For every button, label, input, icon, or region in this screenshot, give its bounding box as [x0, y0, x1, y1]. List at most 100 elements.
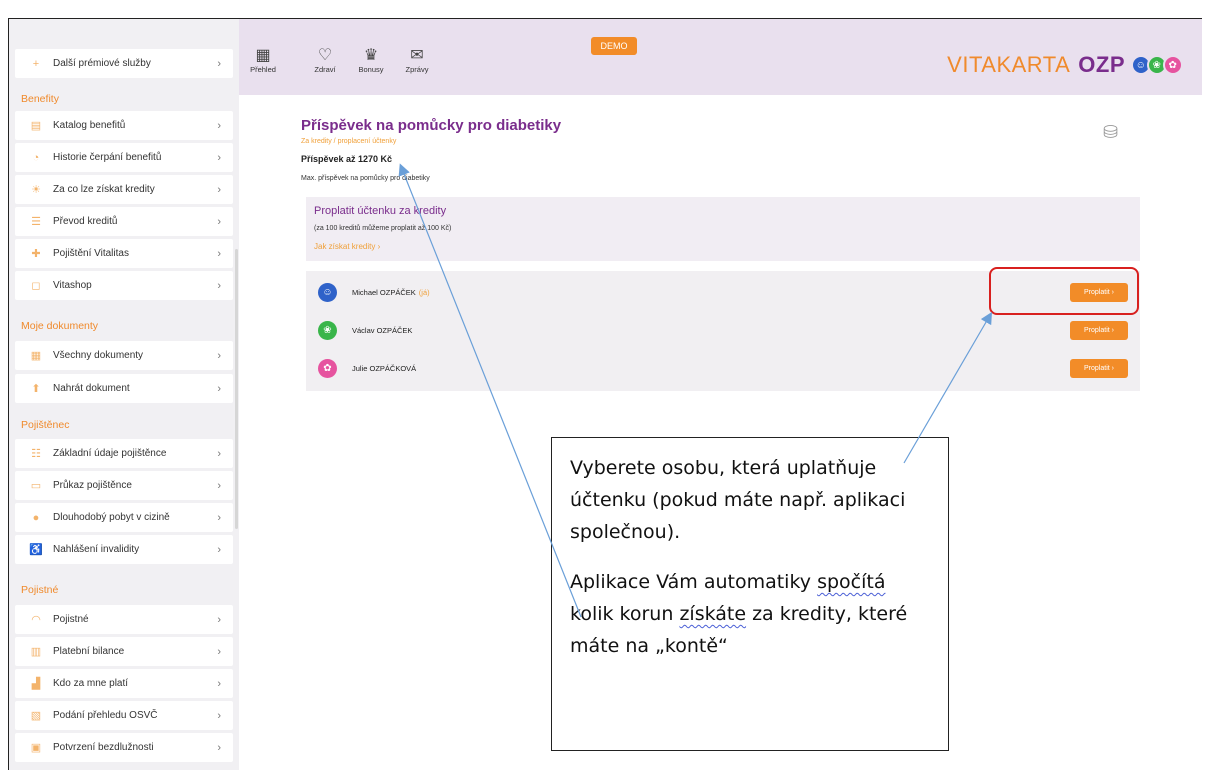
sidebar-item-nahrat[interactable]: ⬆ Nahrát dokument ›: [15, 374, 233, 403]
sidebar-item-label: Platební bilance: [53, 646, 125, 657]
history-icon: ◔: [32, 151, 40, 164]
chevron-right-icon: ›: [217, 119, 221, 132]
shop-icon: ◻: [31, 280, 41, 292]
coins-icon: ⛁: [1103, 122, 1119, 142]
premium-icon: ◠: [31, 614, 41, 626]
sidebar-item-label: Všechny dokumenty: [53, 350, 144, 361]
nav-zpravy[interactable]: ✉ Zprávy: [401, 47, 433, 74]
list-item[interactable]: ❀ Václav OZPÁČEK Proplatit ›: [318, 315, 1128, 345]
chevron-right-icon: ›: [217, 645, 221, 658]
sidebar-item-zakladni-udaje[interactable]: ☷ Základní údaje pojištěnce ›: [15, 439, 233, 468]
logo-dot-icon: ✿: [1163, 55, 1183, 75]
top-navigation-bar: ▦ Přehled ♡ Zdraví ♛ Bonusy ✉ Zprávy DEM…: [239, 19, 1202, 95]
nav-label: Zdraví: [314, 65, 336, 74]
proplatit-button[interactable]: Proplatit ›: [1070, 359, 1128, 378]
chevron-right-icon: ›: [217, 57, 221, 70]
nav-prehled[interactable]: ▦ Přehled: [245, 47, 281, 74]
sidebar: + Další prémiové služby › Benefity ▤ Kat…: [9, 19, 239, 770]
report-icon: ▧: [30, 710, 42, 722]
sidebar-item-label: Vitashop: [53, 280, 92, 291]
sidebar-item-pojistne[interactable]: ◠ Pojistné ›: [15, 605, 233, 634]
insurance-icon: ✚: [31, 248, 41, 260]
demo-badge: DEMO: [591, 37, 637, 55]
credits-icon: ☀: [31, 184, 41, 196]
sidebar-item-bezdluznost[interactable]: ▣ Potvrzení bezdlužnosti ›: [15, 733, 233, 762]
list-item[interactable]: ✿ Julie OZPÁČKOVÁ Proplatit ›: [318, 353, 1128, 383]
sidebar-item-label: Katalog benefitů: [53, 120, 126, 131]
callout-text: Aplikace Vám automatiky: [570, 571, 818, 593]
sidebar-scrollbar[interactable]: [235, 249, 238, 529]
nav-label: Zprávy: [405, 65, 429, 74]
sidebar-item-label: Pojištění Vitalitas: [53, 248, 129, 259]
how-to-get-credits-link[interactable]: Jak získat kredity ›: [314, 242, 380, 251]
chevron-right-icon: ›: [217, 613, 221, 626]
callout-word: spočítá: [817, 571, 886, 593]
avatar: ✿: [318, 358, 337, 378]
bonus-icon: ♛: [363, 47, 379, 64]
payer-icon: ▟: [31, 678, 41, 690]
avatar: ☺: [318, 282, 337, 302]
chevron-right-icon: ›: [217, 183, 221, 196]
sidebar-item-prukaz[interactable]: ▭ Průkaz pojištěnce ›: [15, 471, 233, 500]
panel-title: Proplatit účtenku za kredity: [314, 205, 447, 217]
sidebar-item-prevod[interactable]: ☰ Převod kreditů ›: [15, 207, 233, 236]
sidebar-item-premium-services[interactable]: + Další prémiové služby ›: [15, 49, 233, 78]
sidebar-item-kdo-plati[interactable]: ▟ Kdo za mne platí ›: [15, 669, 233, 698]
sidebar-item-label: Za co lze získat kredity: [53, 184, 155, 195]
chevron-right-icon: ›: [217, 511, 221, 524]
sidebar-item-label: Potvrzení bezdlužnosti: [53, 742, 154, 753]
confirmation-icon: ▣: [30, 742, 42, 754]
sidebar-heading-dokumenty: Moje dokumenty: [21, 320, 99, 332]
sidebar-item-label: Dlouhodobý pobyt v cizině: [53, 512, 170, 523]
person-name: Václav OZPÁČEK: [352, 325, 413, 335]
screenshot-frame: + Další prémiové služby › Benefity ▤ Kat…: [8, 18, 1202, 770]
chevron-right-icon: ›: [217, 279, 221, 292]
sidebar-item-vitalitas[interactable]: ✚ Pojištění Vitalitas ›: [15, 239, 233, 268]
chevron-right-icon: ›: [217, 677, 221, 690]
sidebar-item-label: Kdo za mne platí: [53, 678, 129, 689]
contribution-amount: Příspěvek až 1270 Kč: [301, 154, 393, 164]
chevron-right-icon: ›: [217, 215, 221, 228]
callout-word: získáte: [679, 603, 747, 625]
panel-note: (za 100 kreditů můžeme proplatit až 100 …: [314, 225, 452, 232]
callout-paragraph-2: Aplikace Vám automatiky spočítá kolik ko…: [570, 566, 930, 662]
list-icon: ☷: [31, 448, 41, 460]
sidebar-item-invalidita[interactable]: ♿ Nahlášení invalidity ›: [15, 535, 233, 564]
sidebar-item-label: Pojistné: [53, 614, 89, 625]
nav-bonusy[interactable]: ♛ Bonusy: [355, 47, 387, 74]
sidebar-item-pobyt[interactable]: ● Dlouhodobý pobyt v cizině ›: [15, 503, 233, 532]
avatar: ❀: [318, 320, 337, 340]
sidebar-item-label: Historie čerpání benefitů: [53, 152, 162, 163]
wheelchair-icon: ♿: [29, 544, 43, 556]
sidebar-heading-pojistenec: Pojištěnec: [21, 419, 70, 431]
sidebar-item-label: Průkaz pojištěnce: [53, 480, 132, 491]
sidebar-item-katalog[interactable]: ▤ Katalog benefitů ›: [15, 111, 233, 140]
brand-logo: VITAKARTA OZP ☺ ❀ ✿: [947, 52, 1183, 78]
grid-icon: ▦: [255, 47, 271, 64]
sidebar-item-label: Převod kreditů: [53, 216, 118, 227]
chevron-right-icon: ›: [217, 247, 221, 260]
brand-bold: OZP: [1078, 52, 1125, 77]
sidebar-item-historie[interactable]: ◔ Historie čerpání benefitů ›: [15, 143, 233, 172]
chevron-right-icon: ›: [217, 479, 221, 492]
chevron-right-icon: ›: [217, 709, 221, 722]
nav-zdravi[interactable]: ♡ Zdraví: [311, 47, 339, 74]
chevron-right-icon: ›: [217, 349, 221, 362]
sidebar-item-osvc[interactable]: ▧ Podání přehledu OSVČ ›: [15, 701, 233, 730]
sidebar-item-vsechny-dokumenty[interactable]: ▦ Všechny dokumenty ›: [15, 341, 233, 370]
sidebar-item-label: Nahrát dokument: [53, 383, 130, 394]
sidebar-item-vitashop[interactable]: ◻ Vitashop ›: [15, 271, 233, 300]
location-icon: ●: [32, 511, 40, 524]
sidebar-item-kredity[interactable]: ☀ Za co lze získat kredity ›: [15, 175, 233, 204]
sidebar-item-label: Nahlášení invalidity: [53, 544, 140, 555]
proplatit-button[interactable]: Proplatit ›: [1070, 321, 1128, 340]
sidebar-item-bilance[interactable]: ▥ Platební bilance ›: [15, 637, 233, 666]
annotation-callout: Vyberete osobu, která uplatňuje účtenku …: [551, 437, 949, 751]
chevron-right-icon: ›: [217, 543, 221, 556]
mail-icon: ✉: [410, 47, 424, 64]
sidebar-heading-pojistne: Pojistné: [21, 584, 59, 596]
person-suffix: (já): [418, 287, 430, 297]
brand-text: VITAKARTA: [947, 52, 1071, 77]
chevron-right-icon: ›: [217, 741, 221, 754]
nav-label: Bonusy: [358, 65, 384, 74]
